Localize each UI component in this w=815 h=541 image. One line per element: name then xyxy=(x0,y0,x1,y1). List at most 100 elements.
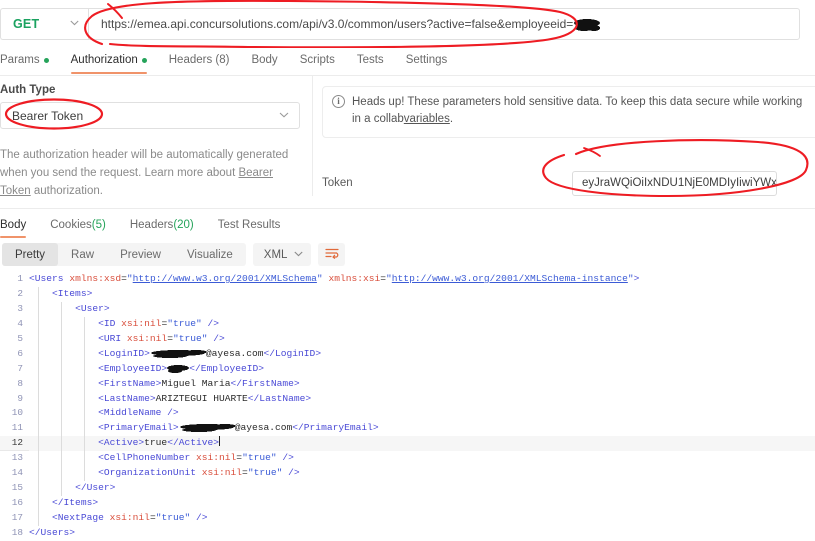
format-preview-button[interactable]: Preview xyxy=(107,243,174,266)
code-line: 15 </User> xyxy=(0,481,815,497)
code-line: 8 <FirstName>Miguel Maria</FirstName> xyxy=(0,376,815,392)
first-name-value: Miguel Maria xyxy=(161,377,231,389)
tab-body-label: Body xyxy=(251,54,278,66)
token-row: Token eyJraWQiOiIxNDU1NjE0MDIyIiwiYWxnIj… xyxy=(322,170,815,196)
code-text: <LastName>ARIZTEGUI HUARTE</LastName> xyxy=(29,391,815,407)
code-text: <Items> xyxy=(29,286,815,302)
code-text: <Users xmlns:xsd="http://www.w3.org/2001… xyxy=(29,273,640,284)
token-input[interactable]: eyJraWQiOiIxNDU1NjE0MDIyIiwiYWxnIjoiUl..… xyxy=(572,170,777,196)
response-tab-headers[interactable]: Headers (20) xyxy=(118,215,206,235)
code-text: <CellPhoneNumber xsi:nil="true" /> xyxy=(29,451,815,467)
sensitive-data-notice-text: Heads up! These parameters hold sensitiv… xyxy=(352,94,811,129)
chevron-down-icon xyxy=(294,250,304,260)
code-line-active: 12 <Active>true</Active> xyxy=(0,436,815,452)
response-tabs: Body Cookies (5) Headers (20) Test Resul… xyxy=(0,215,293,238)
format-raw-button[interactable]: Raw xyxy=(58,243,107,266)
response-tab-cookies[interactable]: Cookies (5) xyxy=(38,215,118,235)
chevron-down-icon xyxy=(70,19,79,29)
code-text: <FirstName>Miguel Maria</FirstName> xyxy=(29,376,815,392)
code-text: <OrganizationUnit xsi:nil="true" /> xyxy=(29,466,815,482)
code-text: <Active>true</Active> xyxy=(29,436,815,452)
cookies-count: (5) xyxy=(91,219,106,231)
line-number: 16 xyxy=(11,497,23,509)
code-text: <PrimaryEmail> @ayesa.com</PrimaryEmail> xyxy=(29,421,815,437)
line-number: 15 xyxy=(11,482,23,494)
token-label: Token xyxy=(322,177,353,189)
line-number: 10 xyxy=(11,407,23,419)
tab-params[interactable]: Params xyxy=(0,48,60,72)
code-line: 11 <PrimaryEmail> @ayesa.com</PrimaryEmai… xyxy=(0,421,815,437)
modified-dot-icon xyxy=(43,57,49,63)
code-line: 13 <CellPhoneNumber xsi:nil="true" /> xyxy=(0,451,815,467)
wrap-lines-button[interactable] xyxy=(318,243,346,266)
code-line: 4 <ID xsi:nil="true" /> xyxy=(0,316,815,332)
format-visualize-button[interactable]: Visualize xyxy=(174,243,246,266)
code-text: <EmployeeID> </EmployeeID> xyxy=(29,361,815,377)
code-text: <NextPage xsi:nil="true" /> xyxy=(29,511,815,526)
tab-tests[interactable]: Tests xyxy=(346,48,395,72)
tab-headers[interactable]: Headers (8) xyxy=(158,48,241,72)
line-number: 14 xyxy=(11,467,23,479)
auth-help-text: The authorization header will be automat… xyxy=(0,147,298,200)
response-tab-test-results[interactable]: Test Results xyxy=(206,215,293,235)
code-text: </Items> xyxy=(29,496,815,511)
code-line: 1 <Users xmlns:xsd="http://www.w3.org/20… xyxy=(0,272,815,287)
redaction-mark-primaryemail xyxy=(178,423,235,433)
line-number: 7 xyxy=(17,362,23,374)
tab-tests-label: Tests xyxy=(356,54,384,66)
line-number: 8 xyxy=(17,377,23,389)
auth-type-value: Bearer Token xyxy=(12,108,84,123)
language-selector[interactable]: XML xyxy=(252,243,312,266)
text-cursor xyxy=(219,436,221,447)
code-line: 18 </Users> xyxy=(0,526,815,541)
auth-values-panel: i Heads up! These parameters hold sensit… xyxy=(322,86,815,196)
code-line: 9 <LastName>ARIZTEGUI HUARTE</LastName> xyxy=(0,391,815,407)
url-input[interactable]: https://emea.api.concursolutions.com/api… xyxy=(88,8,800,40)
notice-text-2: . xyxy=(449,113,454,126)
code-text: <User> xyxy=(29,301,815,317)
tab-settings[interactable]: Settings xyxy=(395,48,459,72)
tab-headers-label: Headers (8) xyxy=(168,54,230,66)
code-line: 14 <OrganizationUnit xsi:nil="true" /> xyxy=(0,466,815,482)
line-number: 18 xyxy=(11,526,23,538)
auth-config-panel: Auth Type Bearer Token The authorization… xyxy=(0,84,300,200)
code-line: 10 <MiddleName /> xyxy=(0,406,815,422)
line-number: 9 xyxy=(17,392,23,404)
line-number: 11 xyxy=(11,422,23,434)
response-tab-test-results-label: Test Results xyxy=(217,219,281,231)
tab-params-label: Params xyxy=(0,54,40,66)
tab-scripts-label: Scripts xyxy=(299,54,335,66)
http-method-selector[interactable]: GET xyxy=(0,8,88,40)
tab-settings-label: Settings xyxy=(405,54,448,66)
response-format-toolbar: Pretty Raw Preview Visualize XML xyxy=(2,243,346,266)
code-line: 6 <LoginID> @ayesa.com</LoginID> xyxy=(0,346,815,362)
chevron-down-icon xyxy=(279,111,289,121)
auth-type-select[interactable]: Bearer Token xyxy=(0,102,300,129)
variables-link[interactable]: variables xyxy=(404,113,450,125)
last-name-value: ARIZTEGUI HUARTE xyxy=(155,392,248,404)
response-tab-body-label: Body xyxy=(0,219,27,231)
line-number: 1 xyxy=(17,273,23,284)
format-pretty-button[interactable]: Pretty xyxy=(2,243,59,266)
line-number: 6 xyxy=(17,347,23,359)
response-tab-body[interactable]: Body xyxy=(0,215,38,238)
headers-count: (20) xyxy=(173,219,194,231)
wrap-lines-icon xyxy=(325,246,339,264)
response-tab-cookies-label: Cookies xyxy=(50,219,92,231)
code-line: 2 <Items> xyxy=(0,286,815,302)
tab-scripts[interactable]: Scripts xyxy=(289,48,346,72)
redaction-mark-loginid xyxy=(149,348,206,358)
info-icon: i xyxy=(332,95,345,108)
http-method-label: GET xyxy=(13,17,40,31)
tab-body[interactable]: Body xyxy=(240,48,288,72)
code-text: <MiddleName /> xyxy=(29,406,815,422)
response-body-code[interactable]: 1 <Users xmlns:xsd="http://www.w3.org/20… xyxy=(0,272,815,541)
postman-request-response-view: GET https://emea.api.concursolutions.com… xyxy=(0,0,815,541)
redaction-mark-employeeid xyxy=(167,363,190,373)
line-number: 2 xyxy=(17,287,23,299)
code-line: 16 </Items> xyxy=(0,496,815,511)
language-label: XML xyxy=(263,248,288,261)
tab-authorization[interactable]: Authorization xyxy=(60,48,158,74)
code-text: <ID xsi:nil="true" /> xyxy=(29,316,815,332)
sensitive-data-notice: i Heads up! These parameters hold sensit… xyxy=(322,86,815,138)
